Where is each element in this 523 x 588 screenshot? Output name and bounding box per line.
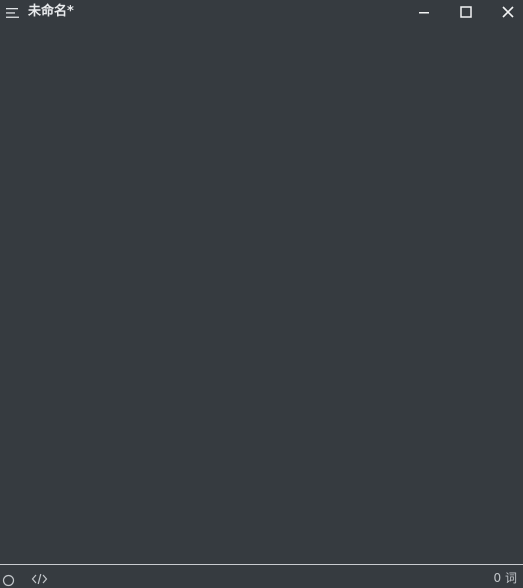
- maximize-icon: [460, 6, 472, 18]
- title-bar: 未命名*: [0, 0, 523, 24]
- app-window: 未命名* 0 词: [0, 0, 523, 588]
- close-icon: [502, 6, 514, 18]
- sidebar-toggle-button[interactable]: [2, 572, 15, 587]
- source-code-toggle-button[interactable]: [31, 571, 48, 585]
- hamburger-menu-icon[interactable]: [5, 5, 21, 19]
- minimize-icon: [419, 12, 429, 14]
- minimize-button[interactable]: [409, 2, 439, 22]
- status-bar: 0 词: [0, 565, 523, 588]
- word-count[interactable]: 0 词: [494, 571, 517, 585]
- editor-area[interactable]: [0, 24, 523, 564]
- code-icon: [31, 573, 48, 585]
- close-button[interactable]: [493, 2, 523, 22]
- document-title: 未命名*: [28, 4, 74, 19]
- circle-outline-icon: [2, 574, 15, 587]
- maximize-button[interactable]: [451, 2, 481, 22]
